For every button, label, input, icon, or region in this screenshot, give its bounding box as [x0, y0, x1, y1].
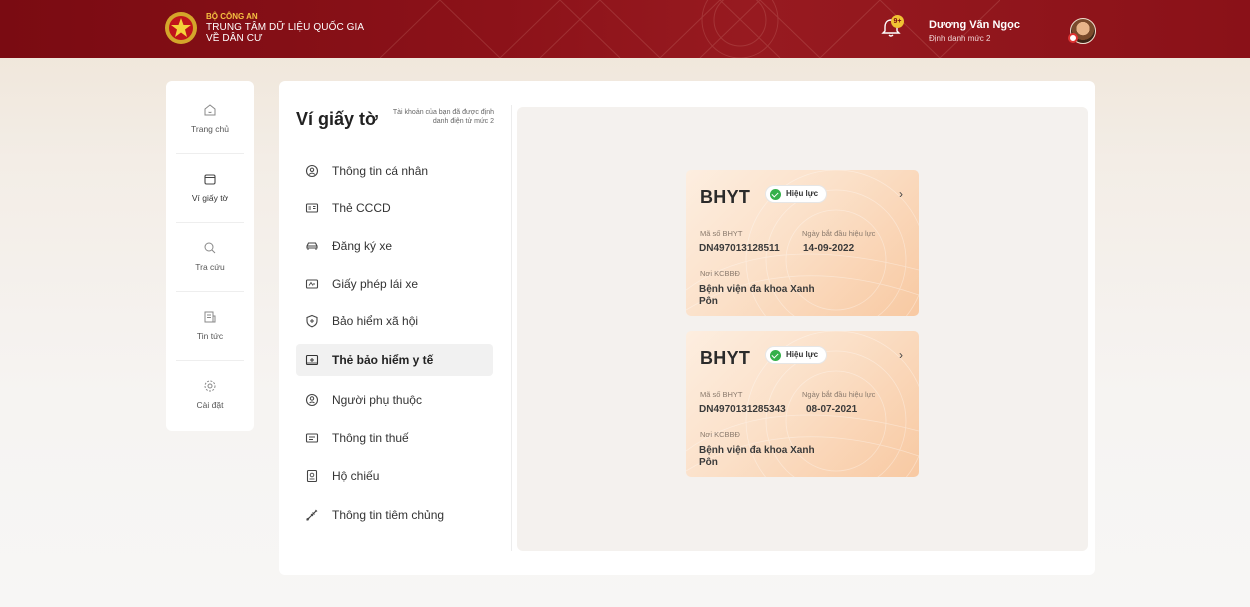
menu-item-social-insurance[interactable]: Bảo hiểm xã hội — [296, 305, 493, 337]
menu-item-label: Hộ chiếu — [332, 469, 380, 483]
sidebar-nav: Trang chủ Ví giấy tờ Tra cứu Tin tức Cài… — [166, 81, 254, 431]
menu-item-vaccination[interactable]: Thông tin tiêm chủng — [296, 499, 493, 531]
menu-item-label: Thông tin tiêm chủng — [332, 508, 445, 522]
org-top-label: BỘ CÔNG AN — [206, 12, 258, 21]
sidebar-item-label: Tin tức — [196, 331, 224, 341]
search-icon — [204, 242, 216, 254]
insurance-code-label: Mã số BHYT — [700, 229, 743, 238]
person-icon — [305, 164, 319, 178]
start-date-label: Ngày bắt đầu hiệu lực — [802, 229, 876, 238]
dependent-icon — [305, 393, 319, 407]
menu-item-cccd[interactable]: Thẻ CCCD — [296, 192, 493, 224]
card-title: BHYT — [700, 187, 751, 207]
identity-level-note: Tài khoản của bạn đã được định danh điện… — [392, 109, 494, 125]
national-emblem-icon[interactable] — [164, 10, 198, 46]
sidebar-item-label: Cài đặt — [196, 400, 224, 410]
app-header: BỘ CÔNG AN TRUNG TÂM DỮ LIỆU QUỐC GIA VỀ… — [0, 0, 1250, 58]
syringe-icon — [306, 509, 318, 521]
status-badge-label: Hiệu lực — [786, 189, 819, 198]
page-title: Ví giấy tờ — [296, 109, 378, 129]
news-icon — [204, 311, 216, 323]
insurance-code: DN497013128511 — [699, 243, 780, 254]
menu-item-label: Bảo hiểm xã hội — [332, 314, 419, 328]
chevron-right-icon[interactable]: › — [899, 348, 903, 362]
menu-item-label: Đăng ký xe — [332, 239, 393, 253]
bhyt-card[interactable]: BHYT Hiệu lực › Mã số BHYT Ngày bắt đầu … — [686, 331, 919, 477]
registered-place-label: Nơi KCBBĐ — [700, 269, 740, 278]
registered-place-label: Nơi KCBBĐ — [700, 430, 740, 439]
home-icon — [204, 104, 216, 116]
check-circle-icon — [770, 189, 781, 200]
sidebar-item-settings[interactable]: Cài đặt — [166, 361, 254, 429]
menu-item-label: Người phụ thuộc — [332, 393, 422, 407]
sidebar-item-label: Ví giấy tờ — [191, 193, 229, 203]
menu-item-label: Thông tin cá nhân — [332, 164, 429, 178]
sidebar-item-home[interactable]: Trang chủ — [166, 85, 254, 153]
user-level: Định danh mức 2 — [929, 34, 991, 43]
menu-item-personal-info[interactable]: Thông tin cá nhân — [296, 155, 493, 187]
notification-count-badge: 9+ — [891, 15, 904, 28]
menu-item-vehicle-registration[interactable]: Đăng ký xe — [296, 230, 493, 262]
passport-icon — [306, 469, 318, 483]
org-line-2: VỀ DÂN CƯ — [206, 33, 263, 44]
start-date: 14-09-2022 — [803, 243, 855, 254]
sidebar-item-label: Trang chủ — [191, 124, 229, 134]
sidebar-item-wallet[interactable]: Ví giấy tờ — [166, 154, 254, 222]
tax-icon — [305, 433, 319, 443]
health-card-icon — [305, 354, 319, 366]
shield-plus-icon — [306, 314, 318, 328]
user-name[interactable]: Dương Văn Ngọc — [929, 19, 1020, 31]
id-card-icon — [305, 203, 319, 213]
menu-item-dependents[interactable]: Người phụ thuộc — [296, 384, 493, 416]
status-badge: Hiệu lực — [765, 346, 827, 364]
check-circle-icon — [770, 350, 781, 361]
menu-item-label: Giấy phép lái xe — [332, 277, 419, 291]
menu-item-tax-info[interactable]: Thông tin thuế — [296, 422, 493, 454]
insurance-code-label: Mã số BHYT — [700, 390, 743, 399]
wallet-icon — [204, 174, 216, 185]
start-date: 08-07-2021 — [806, 404, 858, 415]
menu-item-label: Thẻ bảo hiểm y tế — [332, 353, 434, 367]
header-pattern — [380, 0, 1000, 58]
license-icon — [305, 279, 319, 289]
sidebar-item-label: Tra cứu — [195, 262, 225, 272]
start-date-label: Ngày bắt đầu hiệu lực — [802, 390, 876, 399]
menu-item-passport[interactable]: Hộ chiếu — [296, 460, 493, 492]
menu-item-label: Thông tin thuế — [332, 431, 409, 445]
status-badge-label: Hiệu lực — [786, 350, 819, 359]
menu-item-driving-license[interactable]: Giấy phép lái xe — [296, 268, 493, 300]
card-title: BHYT — [700, 348, 751, 368]
registered-place: Bệnh viện đa khoa Xanh Pôn — [699, 445, 815, 468]
menu-item-label: Thẻ CCCD — [332, 201, 391, 215]
organization-name: BỘ CÔNG AN TRUNG TÂM DỮ LIỆU QUỐC GIA VỀ… — [206, 11, 364, 44]
status-badge: Hiệu lực — [765, 185, 827, 203]
avatar-status-icon — [1068, 33, 1078, 43]
registered-place: Bệnh viện đa khoa Xanh Pôn — [699, 284, 815, 307]
org-line-1: TRUNG TÂM DỮ LIỆU QUỐC GIA — [206, 22, 365, 33]
menu-item-health-insurance[interactable]: Thẻ bảo hiểm y tế — [296, 344, 493, 376]
sidebar-item-news[interactable]: Tin tức — [166, 292, 254, 360]
car-icon — [306, 242, 318, 250]
settings-icon — [204, 380, 216, 392]
insurance-code: DN4970131285343 — [699, 404, 786, 415]
chevron-right-icon[interactable]: › — [899, 187, 903, 201]
bhyt-card[interactable]: BHYT Hiệu lực › Mã số BHYT Ngày bắt đầu … — [686, 170, 919, 316]
sidebar-item-search[interactable]: Tra cứu — [166, 223, 254, 291]
menu-divider — [511, 105, 512, 551]
